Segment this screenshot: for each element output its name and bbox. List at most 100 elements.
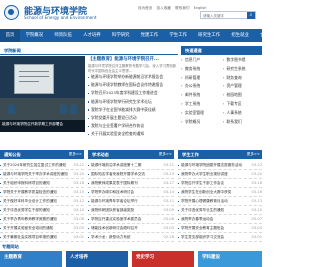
quick-link[interactable]: 信息门户 [181, 56, 221, 65]
banner-link[interactable]: 人才培养 [66, 251, 128, 267]
news-list: 【主题教育】能源与环境学院召开... 能源与环境学院召开主题教育专题学习会，深入… [88, 56, 178, 139]
news-image-slider[interactable]: 能源与环境学院召开新学期工作部署会 [0, 56, 85, 132]
list-item[interactable]: 能源与环境学院教师在国际会议作特邀报告 [88, 81, 178, 89]
university-logo[interactable] [4, 5, 19, 20]
list-item[interactable]: 关于开展实验室安全检查的通知 [88, 130, 178, 138]
site-subtitle: School of Energy and Environment [24, 15, 97, 20]
academic-list: 能源环境前沿学术讲座第十二期 03-21 国际知名学者来我院开展学术交流 03-19… [88, 161, 174, 242]
person-figure [60, 104, 67, 114]
list-item[interactable]: 关于组织申报科研项目的通知 03-18 [0, 179, 84, 188]
list-item[interactable]: 能源与环境学院关于举办学术讲座的通知 03-20 [0, 170, 84, 179]
list-item[interactable]: 我院学子在全国节能减排大赛中获佳绩 [88, 106, 178, 114]
search-box: ⌕ [200, 11, 256, 19]
list-item[interactable]: 能源与环境学院举办新能源前沿学术报告会 [88, 73, 178, 81]
header: 能源与环境学院 School of Energy and Environment… [0, 0, 262, 28]
list-item[interactable]: 我院学生在创新创业大赛中获奖 03-16 [178, 188, 262, 197]
list-item[interactable]: 我院与企业签署产学研合作协议 [88, 122, 178, 130]
list-item[interactable]: 能源环境前沿学术讲座第十二期 03-21 [88, 161, 174, 170]
notice-more-link[interactable]: 更多>> [69, 150, 82, 159]
list-item[interactable]: 我院举办春季运动会 03-07 [178, 215, 262, 224]
list-item[interactable]: 储能技术创新研讨会顺利召开 03-03 [88, 224, 174, 233]
search-icon: ⌕ [249, 12, 253, 18]
list-item[interactable]: 学院召开重点实验室学术委员会 03-06 [88, 215, 174, 224]
top-link-home[interactable]: 设为首页 [138, 6, 152, 10]
quick-link[interactable]: 人事系统 [223, 109, 263, 118]
list-item[interactable]: 学院召开2023年度学科建设工作推进会 [88, 89, 178, 97]
quick-link[interactable]: 数字图书馆 [223, 56, 263, 65]
quick-links-title: 快速通道 [185, 48, 202, 53]
quick-link[interactable]: 校园地图 [223, 91, 263, 100]
quick-link[interactable]: 科研管理 [181, 74, 221, 83]
person-figure [70, 104, 77, 114]
list-item[interactable]: 学生党支部组织学习交流会 03-01 [178, 233, 262, 242]
quick-links-header: 快速通道 [181, 46, 262, 55]
banner-link[interactable]: 主题教育 [0, 251, 62, 267]
list-item[interactable]: 我院举办大学生职业规划讲座 03-20 [178, 170, 262, 179]
list-item[interactable]: 我院教师成果发表于国际期刊 03-17 [88, 179, 174, 188]
list-item[interactable]: 能源与环境学院团委开展志愿服务活动 03-22 [178, 161, 262, 170]
nav-about[interactable]: 学院概况 [20, 29, 49, 42]
student-title[interactable]: 学生工作 [178, 150, 203, 159]
banner-link[interactable]: 学科建设 [198, 251, 262, 267]
student-header: 学生工作 更多>> [178, 150, 262, 159]
quick-link[interactable]: 下载专区 [223, 100, 263, 109]
nav-cooperation[interactable]: 合作交流 [255, 29, 284, 42]
quick-link[interactable]: 学工系统 [181, 100, 221, 109]
nav-party[interactable]: 党建工作 [135, 29, 164, 42]
student-more-link[interactable]: 更多>> [247, 150, 260, 159]
quick-link[interactable]: 研究生系统 [223, 65, 263, 74]
headline-summary: 能源与环境学院召开主题教育专题学习会，深入学习贯彻新时代中国特色社会主义思想..… [88, 64, 177, 73]
nav-faculty[interactable]: 师资队伍 [49, 29, 78, 42]
nav-graduate[interactable]: 研究生工作 [193, 29, 226, 42]
list-item[interactable]: 学院召开学生干部工作会议 03-18 [178, 179, 262, 188]
list-item[interactable]: 学院开展心理健康教育月活动 03-13 [178, 197, 262, 206]
nav-alumni[interactable]: 校友风采 [283, 29, 312, 42]
list-item[interactable]: 关于评选优秀毕业生的通知 03-10 [178, 206, 262, 215]
notice-title[interactable]: 通知公告 [0, 150, 25, 159]
list-item[interactable]: 关于举办青年教师教学竞赛的通知 03-08 [0, 215, 84, 224]
top-link-favorite[interactable]: 加入收藏 [157, 6, 171, 10]
list-item[interactable]: 学院开展安全教育主题班会 03-04 [178, 224, 262, 233]
list-item[interactable]: 学院党委开展主题党日活动 [88, 114, 178, 122]
student-list: 能源与环境学院团委开展志愿服务活动 03-22 我院举办大学生职业规划讲座 03-2… [178, 161, 262, 242]
nav-admission[interactable]: 招生就业 [226, 29, 255, 42]
list-item[interactable]: 能源与环境学院举行研究生学术论坛 [88, 98, 178, 106]
person-figure [8, 104, 15, 114]
list-item[interactable]: 我院科研团队获省部级奖励 03-09 [88, 206, 174, 215]
nav-education[interactable]: 人才培养 [78, 29, 107, 42]
list-item[interactable]: 关于开展实验室安全培训的通知 03-05 [0, 224, 84, 233]
search-button[interactable]: ⌕ [247, 12, 255, 19]
nav-home[interactable]: 首页 [0, 29, 20, 42]
list-item[interactable]: 国际知名学者来我院开展学术交流 03-19 [88, 170, 174, 179]
list-item[interactable]: 能源与环境青年学者论坛举行 03-11 [88, 197, 174, 206]
list-item[interactable]: 学术沙龙：新型动力系统 02-28 [88, 233, 174, 242]
quick-link[interactable]: 邮件系统 [181, 91, 221, 100]
projection-screen [14, 64, 54, 94]
notice-header: 通知公告 更多>> [0, 150, 84, 159]
search-input[interactable] [201, 12, 247, 19]
top-link-contact[interactable]: 联系我们 [175, 6, 189, 10]
list-item[interactable]: 关于暑期社会实践项目申报的通知 03-01 [0, 233, 84, 242]
top-link-english[interactable]: English [194, 6, 207, 10]
quick-link[interactable]: 办公系统 [181, 82, 221, 91]
quick-link[interactable]: 资产管理 [223, 82, 263, 91]
academic-title[interactable]: 学术动态 [88, 150, 113, 159]
quick-link[interactable]: 教务系统 [181, 65, 221, 74]
quick-links: 信息门户 数字图书馆 教务系统 研究生系统 科研管理 财务查询 办公系统 资产管… [181, 56, 262, 126]
list-item[interactable]: 学院举办碳中和技术研讨会 03-14 [88, 188, 174, 197]
headline-news[interactable]: 【主题教育】能源与环境学院召开... [88, 56, 178, 64]
list-item[interactable]: 学院关于开展教学质量检查的通知 03-15 [0, 188, 84, 197]
banner-link[interactable]: 党史学习 [132, 251, 194, 267]
quick-link[interactable]: 财务查询 [223, 74, 263, 83]
quick-link[interactable]: 学院概况 [181, 118, 221, 127]
list-item[interactable]: 关于评选优秀学生干部的通知 03-10 [0, 206, 84, 215]
nav-students[interactable]: 学生工作 [164, 29, 193, 42]
academic-more-link[interactable]: 更多>> [159, 150, 172, 159]
quick-link[interactable]: 联系我们 [223, 118, 263, 127]
news-section-title[interactable]: 学院新闻 [0, 46, 25, 55]
news-image-caption[interactable]: 能源与环境学院召开新学期工作部署会 [0, 120, 85, 132]
list-item[interactable]: 关于做好本科毕业设计工作的通知 03-12 [0, 197, 84, 206]
list-item[interactable]: 关于2024年研究生招生复试工作的通知 03-22 [0, 161, 84, 170]
nav-research[interactable]: 科学研究 [106, 29, 135, 42]
quick-link[interactable]: 实验室管理 [181, 109, 221, 118]
